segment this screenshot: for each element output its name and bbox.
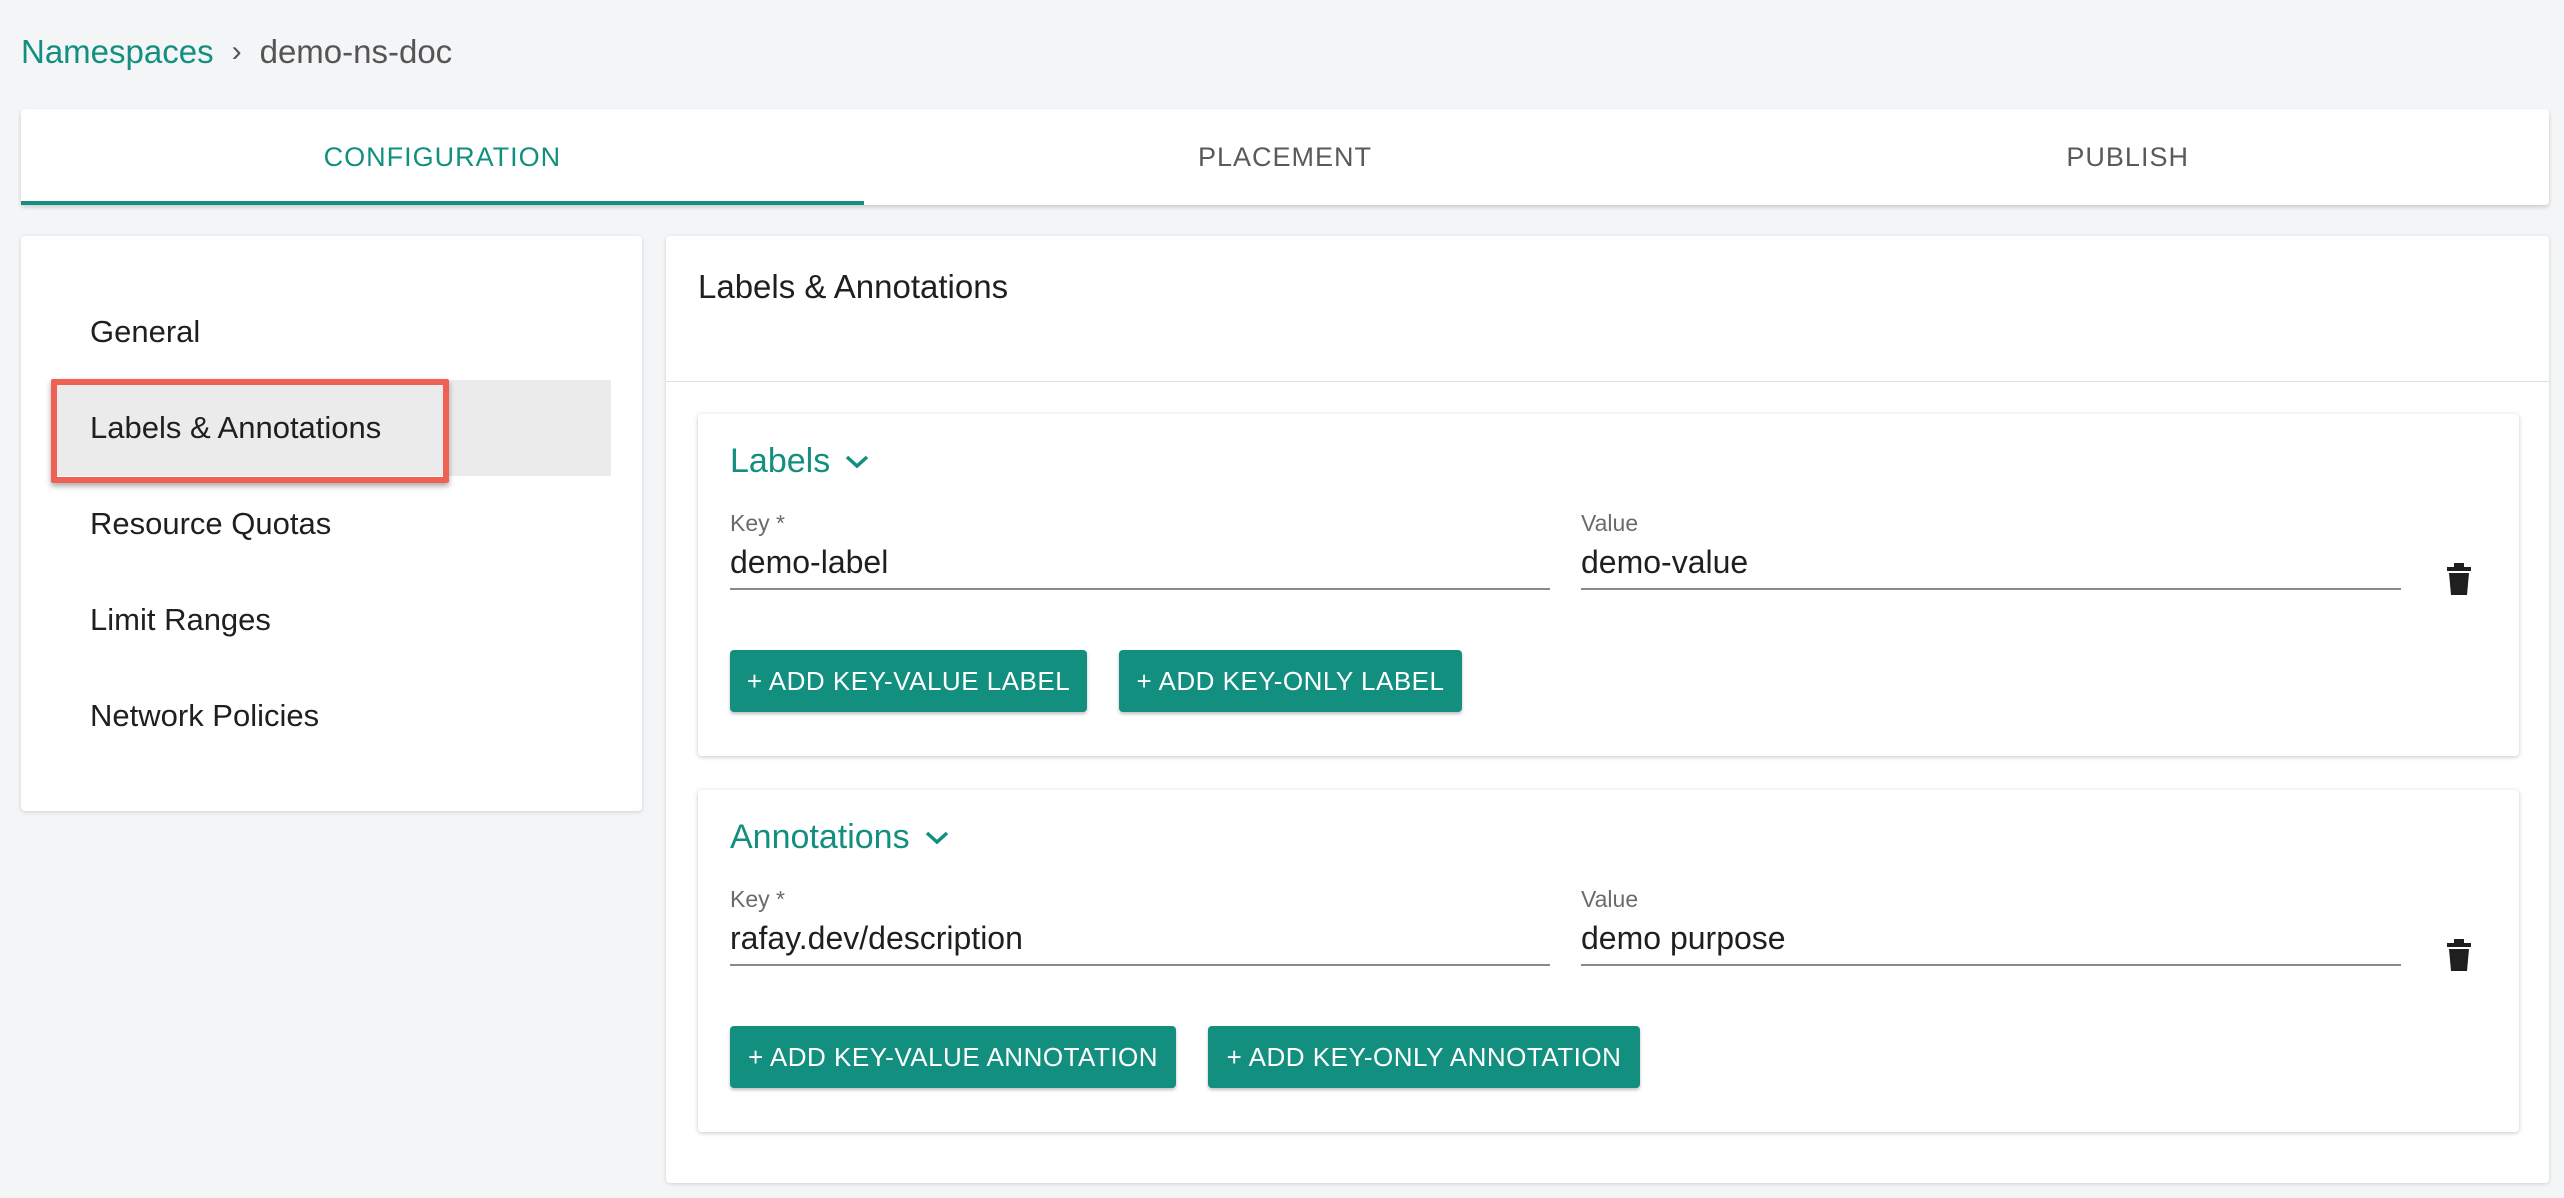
add-key-only-annotation-button[interactable]: + ADD KEY-ONLY ANNOTATION [1208,1026,1640,1088]
sidenav-item-general[interactable]: General [52,284,611,380]
sidenav-item-resource-quotas[interactable]: Resource Quotas [52,476,611,572]
annotation-value-field[interactable]: Value demo purpose [1581,886,2401,966]
sidenav: General Labels & Annotations Resource Qu… [21,236,642,811]
add-key-only-label-button[interactable]: + ADD KEY-ONLY LABEL [1119,650,1462,712]
tab-publish[interactable]: PUBLISH [1706,109,2549,205]
sidenav-item-network-policies[interactable]: Network Policies [52,668,611,764]
annotation-key-value: rafay.dev/description [730,920,1023,956]
annotation-value-label: Value [1581,886,1639,912]
page-title: Labels & Annotations [666,236,2549,382]
sidenav-item-limit-ranges[interactable]: Limit Ranges [52,572,611,668]
annotation-value-value: demo purpose [1581,920,1786,956]
breadcrumb-separator: › [231,35,242,68]
breadcrumb-namespaces-link[interactable]: Namespaces [21,30,214,74]
annotation-key-label: Key * [730,886,785,912]
tab-placement[interactable]: PLACEMENT [864,109,1707,205]
chevron-down-icon [924,830,950,846]
label-key-value: demo-label [730,544,889,580]
annotations-section-title: Annotations [730,818,910,856]
tab-bar: CONFIGURATION PLACEMENT PUBLISH [21,109,2549,205]
label-value-field[interactable]: Value demo-value [1581,510,2401,590]
add-key-value-label-button[interactable]: + ADD KEY-VALUE LABEL [730,650,1087,712]
trash-icon[interactable] [2441,935,2477,975]
labels-section-title: Labels [730,442,831,480]
annotation-key-field[interactable]: Key * rafay.dev/description [730,886,1550,966]
label-key-field[interactable]: Key * demo-label [730,510,1550,590]
breadcrumb: Namespaces › demo-ns-doc [21,30,452,74]
breadcrumb-current: demo-ns-doc [259,33,453,70]
annotations-section-toggle[interactable]: Annotations [730,818,950,857]
labels-section-toggle[interactable]: Labels [730,442,870,481]
add-key-value-annotation-button[interactable]: + ADD KEY-VALUE ANNOTATION [730,1026,1176,1088]
labels-card: Labels Key * demo-label Value demo-value… [698,414,2519,756]
label-value-label: Value [1581,510,1639,536]
sidenav-item-labels-annotations[interactable]: Labels & Annotations [52,380,611,476]
main-content: Labels & Annotations Labels Key * demo-l… [666,236,2549,1183]
label-key-label: Key * [730,510,785,536]
annotations-card: Annotations Key * rafay.dev/description … [698,790,2519,1132]
chevron-down-icon [844,454,870,470]
tab-configuration[interactable]: CONFIGURATION [21,109,864,205]
label-value-value: demo-value [1581,544,1749,580]
trash-icon[interactable] [2441,559,2477,599]
